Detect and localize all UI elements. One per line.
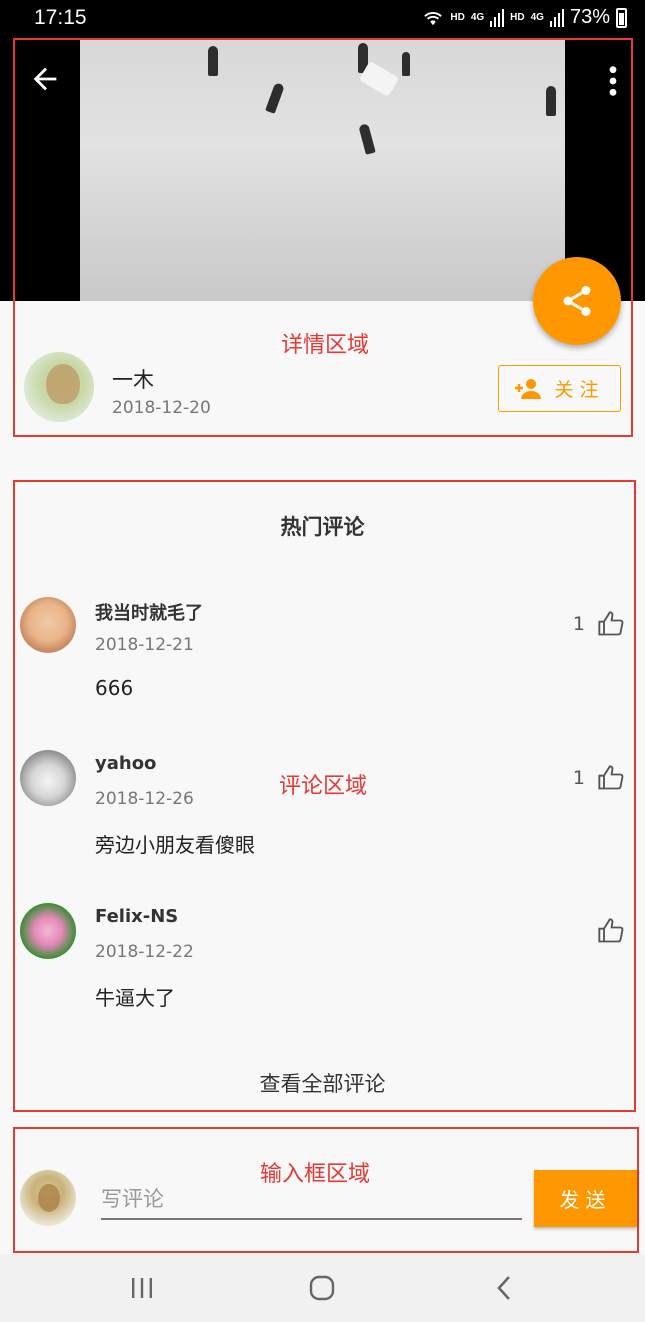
hot-comments-title: 热门评论 bbox=[280, 515, 365, 539]
avatar-figure bbox=[46, 364, 80, 404]
status-time: 17:15 bbox=[34, 6, 87, 29]
wifi-icon bbox=[424, 11, 443, 25]
recent-apps-icon bbox=[132, 1278, 152, 1298]
comment-text: 666 bbox=[95, 676, 134, 700]
home-button[interactable] bbox=[302, 1270, 342, 1306]
comment-author[interactable]: yahoo bbox=[95, 753, 156, 774]
comment-avatar[interactable] bbox=[20, 750, 76, 806]
like-count: 1 bbox=[572, 613, 585, 635]
avatar-figure bbox=[38, 1184, 60, 1212]
network-type-2: HD bbox=[510, 11, 525, 23]
comment-text: 旁边小朋友看傻眼 bbox=[95, 833, 255, 857]
status-bar: 17:15 HD 4G HD 4G 73% bbox=[0, 0, 645, 38]
thumb-up-icon bbox=[598, 611, 624, 636]
battery-icon bbox=[616, 7, 627, 28]
comment-date: 2018-12-21 bbox=[95, 635, 194, 655]
view-all-comments-link[interactable]: 查看全部评论 bbox=[0, 1068, 645, 1098]
detail-region-label: 详情区域 bbox=[281, 333, 370, 358]
battery-level: 73% bbox=[569, 6, 610, 28]
current-user-avatar bbox=[20, 1170, 76, 1226]
comment-author[interactable]: Felix-NS bbox=[95, 906, 178, 927]
author-name[interactable]: 一木 bbox=[112, 364, 154, 394]
comment-avatar[interactable] bbox=[20, 597, 76, 653]
comment-author[interactable]: 我当时就毛了 bbox=[95, 599, 203, 625]
like-button[interactable]: 1 bbox=[573, 764, 625, 792]
comment-date: 2018-12-26 bbox=[95, 789, 194, 809]
network-type-1: HD bbox=[450, 11, 465, 23]
author-avatar[interactable] bbox=[24, 352, 94, 422]
thumb-up-icon bbox=[598, 765, 624, 790]
person-add-icon bbox=[515, 378, 542, 399]
signal-bars-icon bbox=[549, 8, 564, 27]
signal-bars-icon bbox=[490, 8, 505, 27]
send-button[interactable]: 发送 bbox=[534, 1170, 637, 1227]
like-count: 1 bbox=[572, 767, 585, 789]
comment-avatar[interactable] bbox=[20, 903, 76, 959]
home-icon bbox=[309, 1275, 335, 1301]
system-nav-bar bbox=[0, 1254, 645, 1322]
follow-button[interactable]: 关注 bbox=[498, 365, 621, 412]
signal-1: 4G bbox=[470, 11, 485, 23]
comment-date: 2018-12-22 bbox=[95, 942, 194, 962]
recent-apps-button[interactable] bbox=[122, 1270, 162, 1306]
status-indicators: HD 4G HD 4G 73% bbox=[422, 6, 627, 29]
back-chevron-icon bbox=[497, 1276, 510, 1300]
detail-page: 17:15 HD 4G HD 4G 73% 详情区域 一木 2018-12-20… bbox=[0, 0, 645, 1322]
thumb-up-icon bbox=[598, 918, 624, 943]
post-date: 2018-12-20 bbox=[112, 398, 211, 418]
comment-region-label: 评论区域 bbox=[279, 774, 368, 799]
like-button[interactable]: 1 bbox=[573, 610, 625, 638]
signal-2: 4G bbox=[530, 11, 544, 23]
like-button[interactable] bbox=[585, 917, 625, 945]
back-button[interactable] bbox=[484, 1270, 524, 1306]
comment-input[interactable] bbox=[101, 1180, 522, 1220]
follow-label: 关注 bbox=[554, 379, 605, 401]
comment-text: 牛逼大了 bbox=[95, 986, 175, 1010]
